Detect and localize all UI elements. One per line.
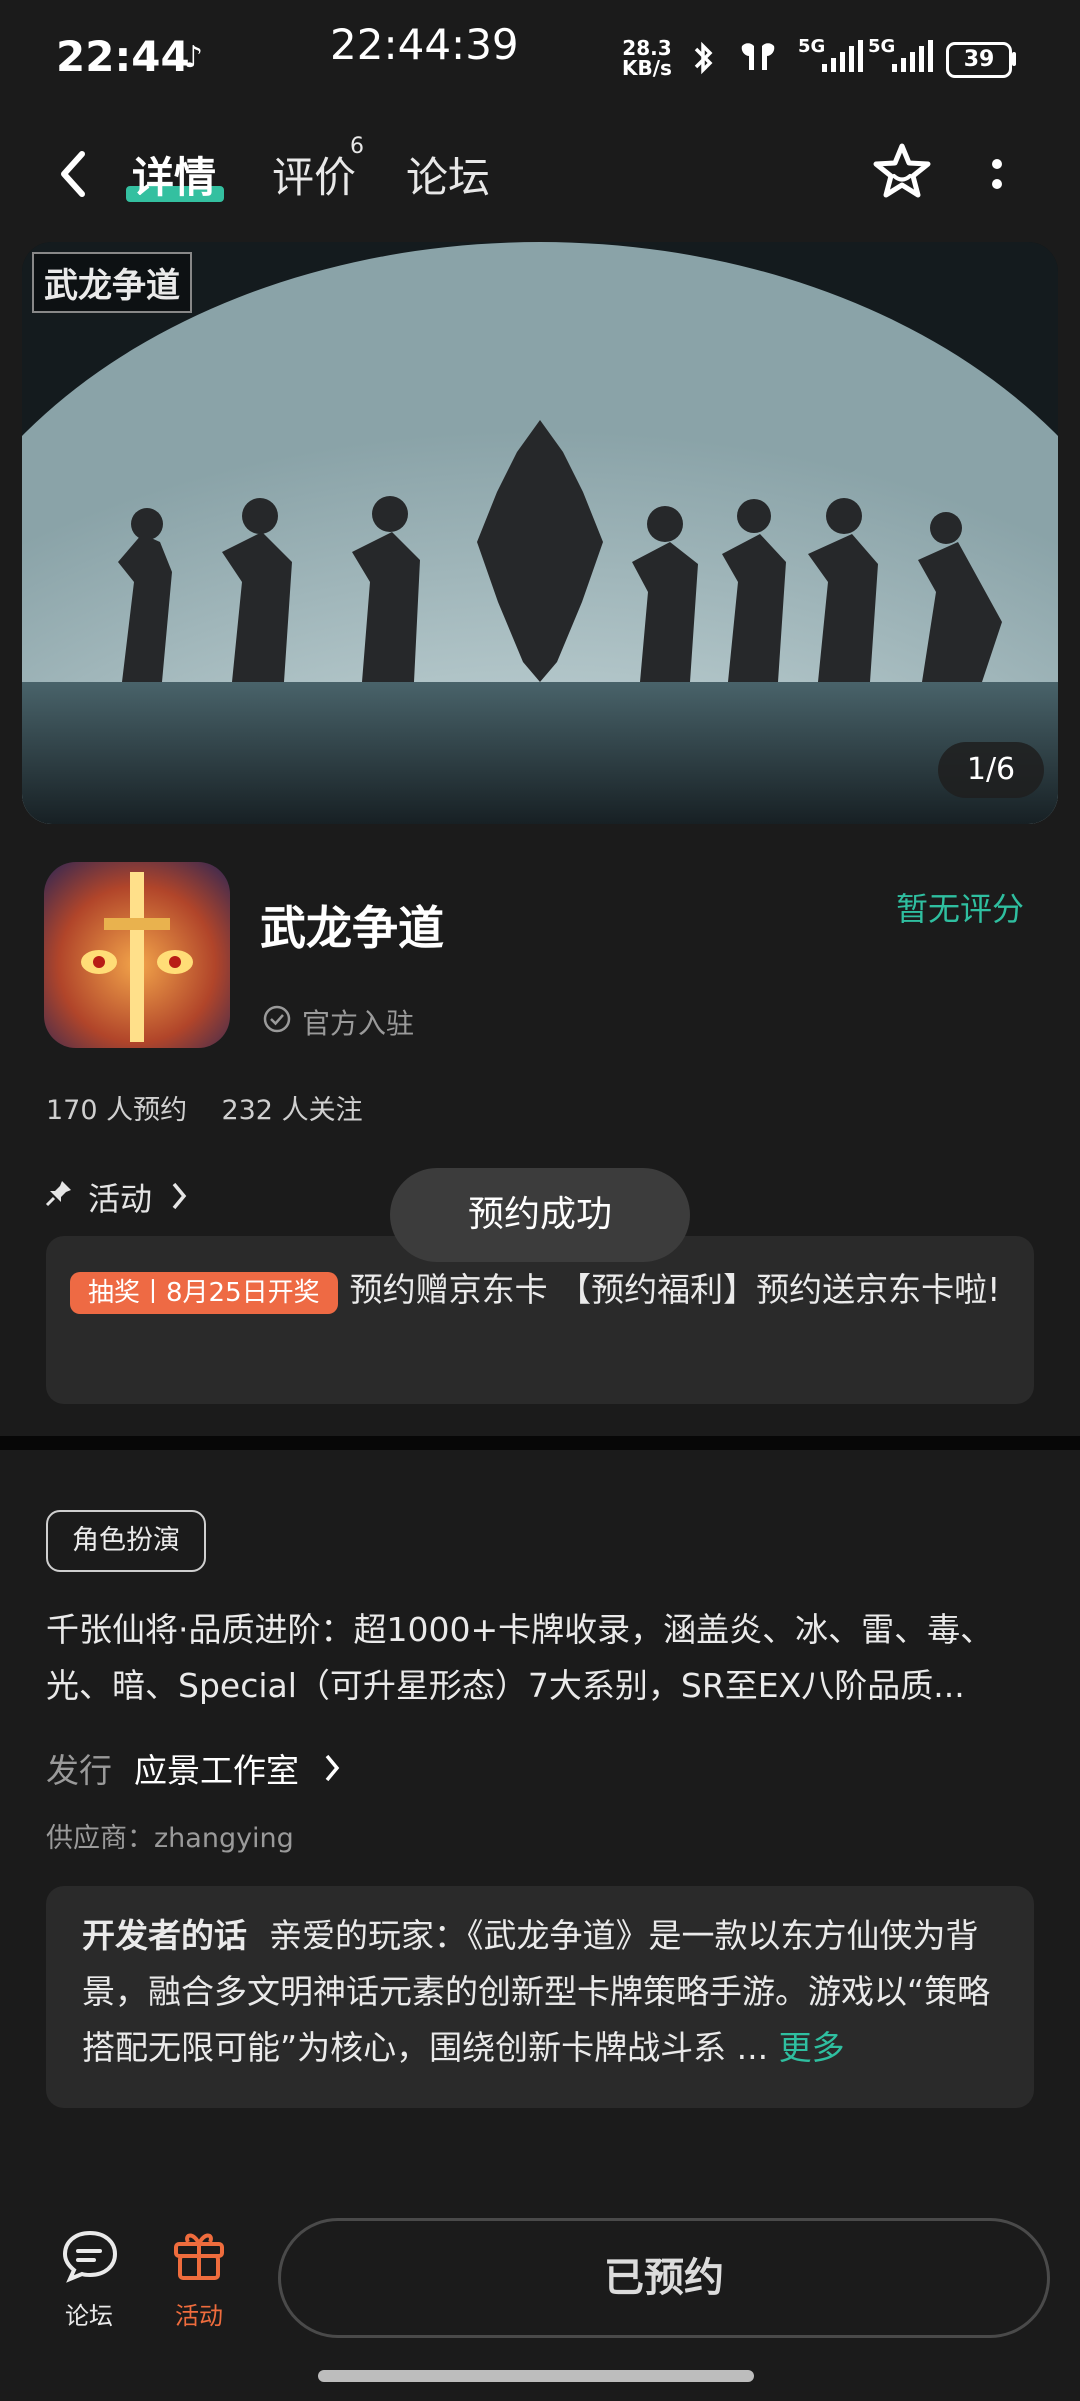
battery-icon: 39	[946, 42, 1012, 78]
section-divider	[0, 1436, 1080, 1450]
review-count-badge: 6	[350, 134, 364, 159]
publisher-name: 应景工作室	[134, 1751, 299, 1790]
activity-description: 预约赠京东卡 【预约福利】预约送京东卡啦!	[349, 1270, 1001, 1309]
lottery-tag: 抽奖丨8月25日开奖	[70, 1272, 338, 1314]
signal-icon	[822, 40, 863, 72]
status-time: 22:44	[56, 32, 190, 81]
publisher-row[interactable]: 发行 应景工作室	[46, 1744, 299, 1792]
carousel-page-indicator: 1/6	[938, 742, 1044, 798]
developer-note-card[interactable]: 开发者的话 亲爱的玩家：《武龙争道》是一款以东方仙侠为背景，融合多文明神话元素的创…	[46, 1886, 1034, 2108]
back-arrow-icon[interactable]	[52, 146, 92, 202]
status-bar: 22:44 ♪ 22:44:39 28.3 KB/s 5G 5G 39	[0, 0, 1080, 110]
battery-tip	[1012, 52, 1016, 66]
earbuds-icon	[741, 43, 775, 70]
genre-tag[interactable]: 角色扮演	[46, 1510, 206, 1572]
official-label: 官方入驻	[302, 1007, 415, 1040]
game-description: 千张仙将·品质进阶：超1000+卡牌收录，涵盖炎、冰、雷、毒、光、暗、Speci…	[46, 1610, 994, 1705]
rating-text: 暂无评分	[896, 890, 1025, 928]
status-clock-seconds: 22:44:39	[330, 20, 519, 69]
app-icon	[44, 862, 230, 1048]
home-indicator[interactable]	[318, 2370, 754, 2382]
app-stats: 170 人预约 232 人关注	[46, 1095, 363, 1126]
more-link[interactable]: 更多	[779, 2028, 845, 2067]
tab-reviews[interactable]: 评价	[272, 144, 356, 205]
bluetooth-icon	[694, 41, 713, 75]
more-options-icon[interactable]	[982, 146, 1012, 202]
favorite-star-icon[interactable]	[870, 140, 934, 204]
chevron-right-icon[interactable]	[322, 1752, 342, 1784]
pin-icon	[45, 1181, 71, 1207]
network-speed: 28.3 KB/s	[622, 36, 672, 80]
tab-details[interactable]: 详情	[132, 144, 216, 205]
banner-artwork	[22, 242, 1058, 824]
bottom-activity-label[interactable]: 活动	[154, 2296, 244, 2331]
developer-note-label: 开发者的话	[82, 1916, 247, 1955]
publisher-label: 发行	[46, 1751, 112, 1790]
forum-chat-icon[interactable]	[60, 2228, 120, 2284]
verified-check-icon	[263, 1005, 291, 1033]
supplier-text: 供应商：zhangying	[46, 1823, 294, 1854]
banner-game-logo: 武龙争道	[32, 252, 192, 313]
chevron-right-icon[interactable]	[168, 1180, 190, 1212]
screenshot-carousel[interactable]: 武龙争道	[22, 242, 1058, 824]
toast-message: 预约成功	[390, 1168, 690, 1262]
developer-note: 开发者的话 亲爱的玩家：《武龙争道》是一款以东方仙侠为背景，融合多文明神话元素的创…	[82, 1908, 1002, 2076]
bottom-forum-label[interactable]: 论坛	[44, 2296, 134, 2331]
activity-text: 抽奖丨8月25日开奖 预约赠京东卡 【预约福利】预约送京东卡啦!	[70, 1258, 1010, 1325]
gift-icon[interactable]	[170, 2226, 228, 2284]
tiktok-icon: ♪	[184, 40, 204, 75]
signal-icon	[892, 40, 933, 72]
app-name: 武龙争道	[260, 901, 444, 955]
activity-section-title[interactable]: 活动	[88, 1174, 152, 1220]
reserved-button[interactable]: 已预约	[278, 2218, 1050, 2338]
tab-forum[interactable]: 论坛	[406, 144, 490, 205]
